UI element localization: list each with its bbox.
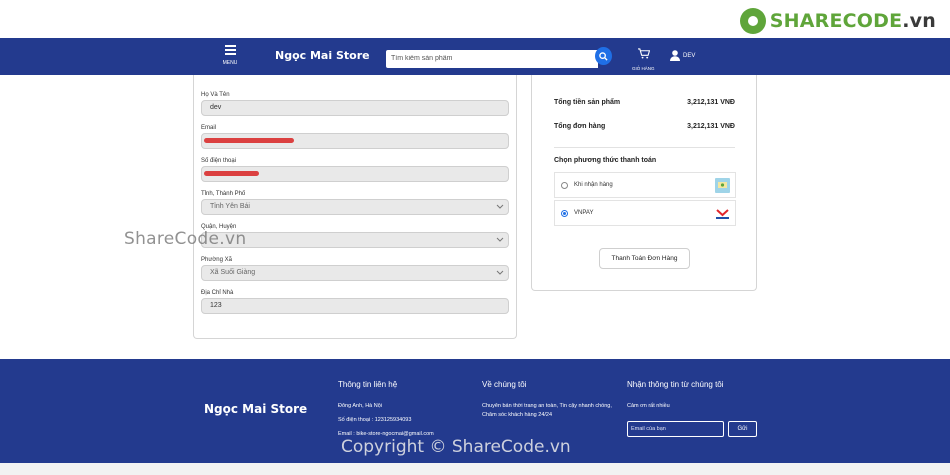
ward-label: Phường Xã xyxy=(201,257,232,263)
phone-label: Số điện thoại xyxy=(201,158,237,164)
chevron-down-icon xyxy=(496,237,504,242)
user-menu[interactable]: DEV xyxy=(670,50,695,61)
divider xyxy=(554,147,735,148)
phone-field: Số điện thoại xyxy=(201,158,509,182)
newsletter-form: Gửi xyxy=(627,421,757,437)
contact-phone: Số điện thoại : 123125934093 xyxy=(338,417,412,423)
address-input[interactable]: 123 xyxy=(201,298,509,314)
district-field: Quận, Huyện xyxy=(201,224,509,248)
cash-on-delivery-icon xyxy=(715,178,730,193)
newsletter-email-input[interactable] xyxy=(627,421,724,437)
subtotal-value: 3,212,131 VNĐ xyxy=(687,99,735,106)
subtotal-label: Tổng tiền sản phẩm xyxy=(554,99,621,106)
fullname-field: Họ Và Tên dev xyxy=(201,92,509,116)
copyright-watermark: Copyright © ShareCode.vn xyxy=(341,437,571,457)
about-text: Chuyên bán thời trang an toàn, Tin cậy n… xyxy=(482,403,612,418)
top-navbar: MENU Ngọc Mai Store GIỎ HÀNG DEV xyxy=(0,38,950,75)
search-bar xyxy=(386,47,612,68)
search-icon xyxy=(599,51,608,61)
ward-select[interactable]: Xã Suối Giàng xyxy=(201,265,509,281)
newsletter-submit-button[interactable]: Gửi xyxy=(728,421,757,437)
address-field: Địa Chỉ Nhà 123 xyxy=(201,290,509,314)
vnpay-logo-icon xyxy=(716,209,729,219)
newsletter-title: Nhận thông tin từ chúng tôi xyxy=(627,380,724,389)
sharecode-logo-text: SHARECODE.vn xyxy=(769,10,936,32)
subtotal-row: Tổng tiền sản phẩm 3,212,131 VNĐ xyxy=(554,99,735,106)
shipping-form: Họ Và Tên dev Email Số điện thoại Tỉnh, … xyxy=(193,75,517,339)
contact-title: Thông tin liên hệ xyxy=(338,380,398,389)
email-label: Email xyxy=(201,125,217,131)
province-select[interactable]: Tỉnh Yên Bái xyxy=(201,199,509,215)
payment-method-title: Chọn phương thức thanh toán xyxy=(554,157,657,164)
user-icon xyxy=(670,50,680,61)
store-brand[interactable]: Ngọc Mai Store xyxy=(275,49,370,62)
cod-radio[interactable] xyxy=(561,181,568,189)
province-field: Tỉnh, Thành Phố Tỉnh Yên Bái xyxy=(201,191,509,215)
cart-button[interactable]: GIỎ HÀNG xyxy=(632,46,655,71)
payment-option-cod[interactable]: Khi nhận hàng xyxy=(554,172,736,198)
contact-address: Đông Anh, Hà Nội xyxy=(338,403,383,409)
fullname-input[interactable]: dev xyxy=(201,100,509,116)
fullname-label: Họ Và Tên xyxy=(201,92,230,98)
email-field: Email xyxy=(201,125,509,149)
total-value: 3,212,131 VNĐ xyxy=(687,123,735,130)
order-summary: Tổng tiền sản phẩm 3,212,131 VNĐ Tổng đơ… xyxy=(531,75,757,291)
watermark-text: ShareCode.vn xyxy=(124,229,247,249)
footer-contact: Thông tin liên hệ Đông Anh, Hà Nội Số đi… xyxy=(338,380,434,439)
address-label: Địa Chỉ Nhà xyxy=(201,290,234,296)
menu-label: MENU xyxy=(222,60,238,66)
sharecode-logo-icon xyxy=(739,8,766,34)
vnpay-label: VNPAY xyxy=(574,210,594,216)
hamburger-icon xyxy=(220,45,240,59)
about-title: Về chúng tôi xyxy=(482,380,527,389)
footer-newsletter: Nhận thông tin từ chúng tôi Cảm ơn rất n… xyxy=(627,380,757,437)
cart-icon xyxy=(637,48,650,59)
total-row: Tổng đơn hàng 3,212,131 VNĐ xyxy=(554,123,735,130)
cart-label: GIỎ HÀNG xyxy=(632,66,655,71)
checkout-button[interactable]: Thanh Toán Đơn Hàng xyxy=(599,248,690,269)
sharecode-logo: SHARECODE.vn xyxy=(739,8,936,34)
vnpay-radio[interactable] xyxy=(561,209,568,217)
menu-button[interactable]: MENU xyxy=(220,43,240,66)
newsletter-text: Cảm ơn rất nhiều xyxy=(627,403,670,409)
search-input[interactable] xyxy=(386,49,598,68)
site-footer: Ngọc Mai Store Thông tin liên hệ Đông An… xyxy=(0,359,950,463)
redaction-scribble xyxy=(204,138,294,143)
redaction-scribble xyxy=(204,171,259,176)
total-label: Tổng đơn hàng xyxy=(554,123,606,130)
footer-about: Về chúng tôi Chuyên bán thời trang an to… xyxy=(482,380,614,420)
payment-option-vnpay[interactable]: VNPAY xyxy=(554,200,736,226)
search-button[interactable] xyxy=(595,47,612,65)
chevron-down-icon xyxy=(496,204,504,209)
bottom-strip xyxy=(0,463,950,475)
phone-input[interactable] xyxy=(201,166,509,182)
chevron-down-icon xyxy=(496,270,504,275)
district-label: Quận, Huyện xyxy=(201,224,237,230)
user-name: DEV xyxy=(683,52,696,59)
ward-field: Phường Xã Xã Suối Giàng xyxy=(201,257,509,281)
district-select[interactable] xyxy=(201,232,509,248)
province-label: Tỉnh, Thành Phố xyxy=(201,191,246,197)
email-input[interactable] xyxy=(201,133,509,149)
footer-brand: Ngọc Mai Store xyxy=(204,402,308,416)
cod-label: Khi nhận hàng xyxy=(574,182,613,188)
